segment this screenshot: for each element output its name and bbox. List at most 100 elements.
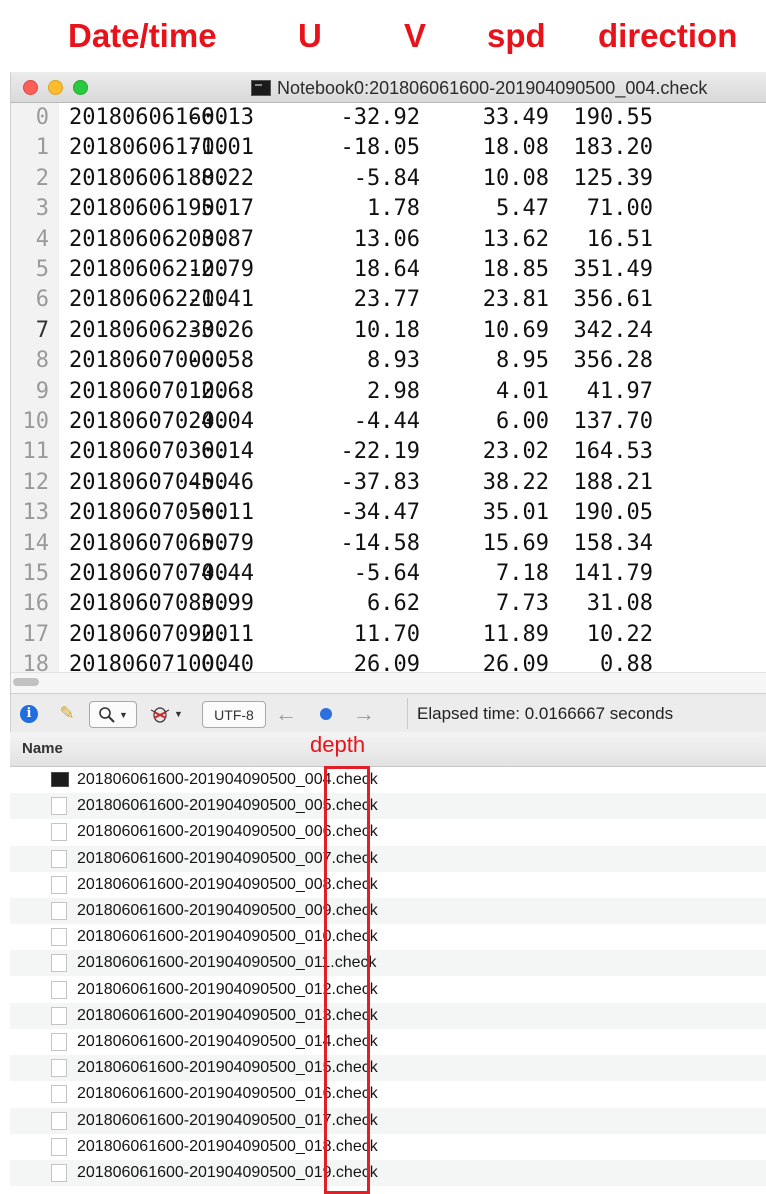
- line-number: 1: [35, 135, 49, 161]
- forward-arrow-icon[interactable]: →: [351, 701, 377, 726]
- document-file-icon: [51, 1137, 67, 1156]
- u-cell: 4.04: [201, 409, 254, 434]
- encoding-button[interactable]: UTF-8: [202, 701, 266, 728]
- name-column-header[interactable]: Name: [22, 740, 63, 757]
- data-row[interactable]: 7 201806062300 -3.26 10.18 10.69 342.24: [11, 316, 766, 346]
- file-row[interactable]: 201806061600-201904090500_009.check: [10, 898, 766, 924]
- document-file-icon: [51, 1059, 67, 1078]
- back-arrow-icon[interactable]: ←: [273, 701, 299, 726]
- file-row[interactable]: 201806061600-201904090500_017.check: [10, 1107, 766, 1134]
- file-row[interactable]: 201806061600-201904090500_019.check: [10, 1160, 766, 1186]
- close-window-button[interactable]: [23, 80, 38, 95]
- line-number: 11: [22, 439, 50, 465]
- line-number: 14: [22, 530, 50, 556]
- data-row[interactable]: 3 201806061900 5.17 1.78 5.47 71.00: [11, 194, 766, 224]
- speed-cell: 5.47: [496, 196, 549, 222]
- file-row[interactable]: 201806061600-201904090500_008.check: [10, 872, 766, 898]
- status-bar: i ✎ ▼ ▼ UTF-8 ← → Elapsed time: 0.016666…: [11, 693, 766, 733]
- current-position-button[interactable]: [313, 701, 339, 726]
- file-row[interactable]: 201806061600-201904090500_014.check: [10, 1029, 766, 1055]
- v-cell: -34.47: [340, 500, 420, 526]
- data-row[interactable]: 10 201806070200 4.04 -4.44 6.00 137.70: [11, 407, 766, 437]
- notebook-window: Notebook0:201806061600-201904090500_004.…: [10, 72, 766, 733]
- search-button[interactable]: ▼: [89, 701, 137, 728]
- finder-column-header[interactable]: Name: [10, 732, 766, 767]
- chevron-down-icon: ▼: [174, 708, 183, 719]
- speed-cell: 15.69: [482, 530, 549, 556]
- u-cell: -6.11: [187, 500, 254, 526]
- debug-button[interactable]: ▼: [141, 701, 191, 726]
- direction-cell: 351.49: [573, 257, 653, 282]
- data-row[interactable]: 12 201806070400 -5.46 -37.83 38.22 188.21: [11, 468, 766, 498]
- u-cell: -1.41: [187, 287, 254, 313]
- data-row[interactable]: 9 201806070100 2.68 2.98 4.01 41.97: [11, 377, 766, 407]
- data-row[interactable]: 16 201806070800 3.99 6.62 7.73 31.08: [11, 589, 766, 619]
- v-cell: 11.70: [353, 621, 420, 647]
- v-cell: 10.18: [353, 317, 420, 343]
- data-row[interactable]: 6 201806062200 -1.41 23.77 23.81 356.61: [11, 285, 766, 315]
- data-row[interactable]: 1 201806061700 -1.01 -18.05 18.08 183.20: [11, 133, 766, 163]
- file-row[interactable]: 201806061600-201904090500_018.check: [10, 1134, 766, 1160]
- v-cell: 23.77: [353, 287, 420, 313]
- data-row[interactable]: 4 201806062000 3.87 13.06 13.62 16.51: [11, 225, 766, 255]
- depth-highlight-box: [324, 766, 370, 1194]
- line-number: 8: [35, 348, 49, 374]
- direction-cell: 41.97: [586, 378, 653, 404]
- bug-icon: [150, 706, 170, 723]
- line-number: 4: [35, 226, 49, 252]
- direction-cell: 190.05: [573, 500, 653, 526]
- direction-cell: 188.21: [573, 469, 653, 495]
- file-row[interactable]: 201806061600-201904090500_011.check: [10, 950, 766, 977]
- document-file-icon: [51, 902, 67, 920]
- line-number: 12: [22, 469, 50, 495]
- direction-cell: 158.34: [573, 530, 653, 556]
- document-file-icon: [51, 797, 67, 816]
- horizontal-scrollbar[interactable]: [11, 672, 766, 693]
- speed-cell: 8.95: [496, 348, 549, 374]
- line-number: 16: [22, 591, 50, 617]
- line-number: 13: [22, 500, 50, 526]
- line-number: 7: [35, 317, 49, 343]
- data-view[interactable]: 0 201806061600 -6.13 -32.92 33.49 190.55 1 2018…: [11, 103, 766, 672]
- scrollbar-thumb[interactable]: [13, 678, 39, 686]
- data-row[interactable]: 5 201806062100 -2.79 18.64 18.85 351.49: [11, 255, 766, 285]
- file-row[interactable]: 201806061600-201904090500_016.check: [10, 1081, 766, 1107]
- data-row[interactable]: 15 201806070700 4.44 -5.64 7.18 141.79: [11, 559, 766, 589]
- file-row[interactable]: 201806061600-201904090500_004.check: [10, 767, 766, 793]
- data-row[interactable]: 2 201806061800 8.22 -5.84 10.08 125.39: [11, 164, 766, 194]
- u-cell: 4.44: [201, 561, 254, 586]
- pencil-icon: ✎: [59, 703, 75, 723]
- data-row[interactable]: 0 201806061600 -6.13 -32.92 33.49 190.55: [11, 103, 766, 133]
- data-row[interactable]: 11 201806070300 6.14 -22.19 23.02 164.53: [11, 437, 766, 467]
- file-row[interactable]: 201806061600-201904090500_015.check: [10, 1055, 766, 1082]
- v-cell: -18.05: [340, 135, 420, 161]
- direction-cell: 0.88: [600, 652, 653, 672]
- line-number: 10: [22, 409, 50, 434]
- file-row[interactable]: 201806061600-201904090500_013.check: [10, 1002, 766, 1029]
- file-row[interactable]: 201806061600-201904090500_012.check: [10, 977, 766, 1003]
- speed-cell: 18.85: [482, 257, 549, 282]
- speed-cell: 18.08: [482, 135, 549, 161]
- zoom-window-button[interactable]: [73, 80, 88, 95]
- document-file-icon: [51, 980, 67, 999]
- speed-cell: 23.81: [482, 287, 549, 313]
- data-row[interactable]: 13 201806070500 -6.11 -34.47 35.01 190.05: [11, 498, 766, 528]
- data-row[interactable]: 14 201806070600 5.79 -14.58 15.69 158.34: [11, 529, 766, 559]
- line-number: 3: [35, 196, 49, 222]
- file-row[interactable]: 201806061600-201904090500_007.check: [10, 845, 766, 872]
- file-row[interactable]: 201806061600-201904090500_010.check: [10, 924, 766, 950]
- file-row[interactable]: 201806061600-201904090500_006.check: [10, 819, 766, 845]
- elapsed-time: Elapsed time: 0.0166667 seconds: [417, 704, 674, 723]
- info-button[interactable]: i: [18, 701, 40, 726]
- minimize-window-button[interactable]: [48, 80, 63, 95]
- v-cell: -14.58: [340, 530, 420, 556]
- direction-cell: 190.55: [573, 105, 653, 130]
- data-row[interactable]: 17 201806070900 2.11 11.70 11.89 10.22: [11, 620, 766, 650]
- v-cell: -22.19: [340, 439, 420, 465]
- data-row[interactable]: 18 201806071000 0.40 26.09 26.09 0.88: [11, 650, 766, 672]
- v-cell: 13.06: [353, 226, 420, 252]
- line-number: 17: [22, 621, 50, 647]
- edit-button[interactable]: ✎: [55, 701, 79, 726]
- data-row[interactable]: 8 201806070000 -0.58 8.93 8.95 356.28: [11, 346, 766, 376]
- file-row[interactable]: 201806061600-201904090500_005.check: [10, 793, 766, 820]
